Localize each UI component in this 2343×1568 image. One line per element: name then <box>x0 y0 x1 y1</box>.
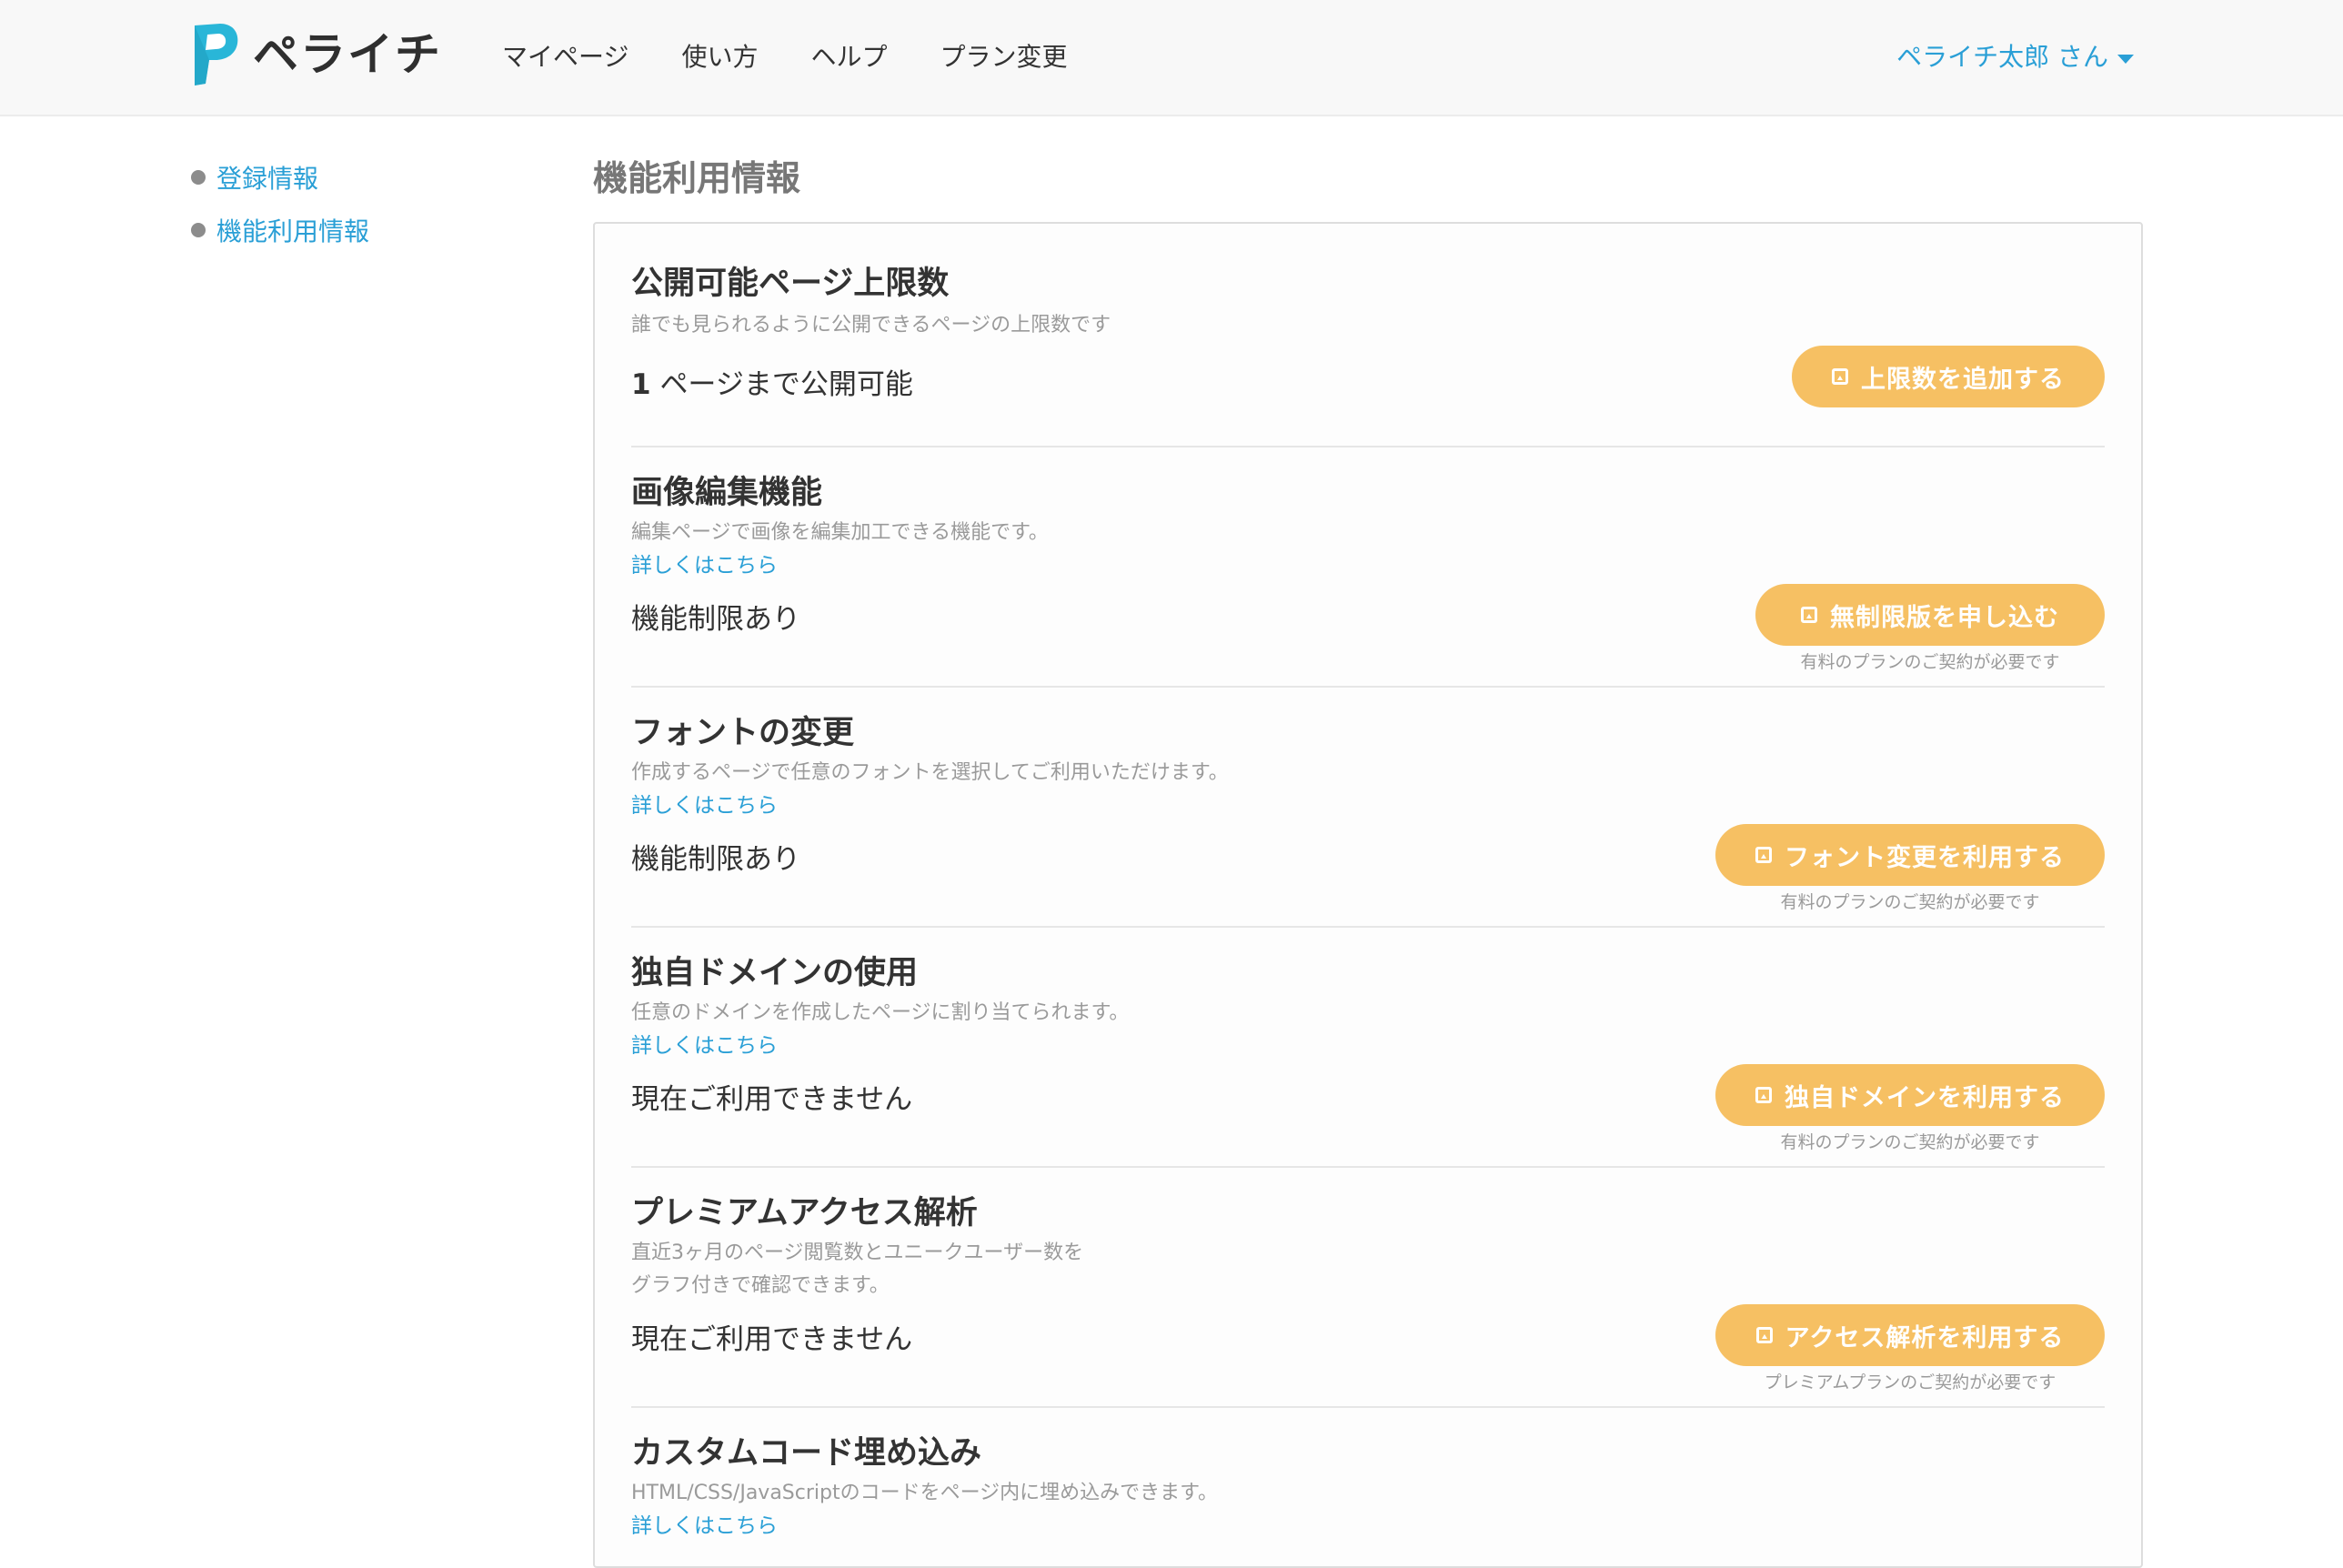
peraichi-logo[interactable]: ペライチ <box>189 20 442 89</box>
image-icon <box>1832 368 1848 385</box>
image-icon <box>1801 607 1817 623</box>
feature-description: 直近3ヶ月のページ閲覧数とユニークユーザー数を グラフ付きで確認できます。 <box>631 1241 1084 1297</box>
sidebar: 登録情報 機能利用情報 <box>191 151 555 256</box>
feature-title: カスタムコード埋め込み <box>631 1435 982 1472</box>
page-limit-text: ページまで公開可能 <box>659 368 913 401</box>
image-icon <box>1755 1087 1772 1103</box>
feature-row-font-change: フォントの変更 作成するページで任意のフォントを選択してご利用いただけます。 詳… <box>631 688 2105 928</box>
top-header: ペライチ マイページ 使い方 ヘルプ プラン変更 ペライチ太郎 さん <box>0 0 2343 116</box>
sidebar-item-feature-usage[interactable]: 機能利用情報 <box>191 204 555 256</box>
nav-help[interactable]: ヘルプ <box>810 36 887 78</box>
feature-description: 任意のドメインを作成したページに割り当てられます。 <box>631 1001 1130 1024</box>
details-link[interactable]: 詳しくはこちら <box>631 1510 778 1543</box>
feature-row-premium-analytics: プレミアムアクセス解析 直近3ヶ月のページ閲覧数とユニークユーザー数を グラフ付… <box>631 1168 2105 1408</box>
feature-description: HTML/CSS/JavaScriptのコードをページ内に埋め込みできます。 <box>631 1482 1218 1504</box>
feature-row-custom-code: カスタムコード埋め込み HTML/CSS/JavaScriptのコードをページ内… <box>631 1408 2105 1544</box>
feature-row-image-edit: 画像編集機能 編集ページで画像を編集加工できる機能です。 詳しくはこちら 機能制… <box>631 447 2105 688</box>
button-label: アクセス解析を利用する <box>1785 1323 2065 1352</box>
plan-note: 有料のプランのご契約が必要です <box>1780 1132 2040 1152</box>
feature-title: 公開可能ページ上限数 <box>631 266 950 302</box>
nav-howto[interactable]: 使い方 <box>681 36 758 78</box>
logo-text: ペライチ <box>253 28 442 81</box>
feature-status: 1 ページまで公開可能 <box>631 364 913 406</box>
button-label: 独自ドメインを利用する <box>1785 1083 2065 1112</box>
caret-down-icon <box>2117 55 2134 64</box>
sidebar-item-registration[interactable]: 登録情報 <box>191 151 555 204</box>
details-link[interactable]: 詳しくはこちら <box>631 1030 778 1062</box>
apply-unlimited-button[interactable]: 無制限版を申し込む <box>1755 584 2105 646</box>
button-label: 無制限版を申し込む <box>1830 603 2059 632</box>
user-name: ペライチ太郎 さん <box>1896 42 2108 72</box>
feature-description: 誰でも見られるように公開できるページの上限数です <box>631 314 1111 337</box>
feature-title: プレミアムアクセス解析 <box>631 1195 978 1231</box>
peraichi-logo-icon <box>195 24 238 85</box>
plan-note: プレミアムプランのご契約が必要です <box>1764 1372 2056 1392</box>
image-icon <box>1755 1327 1773 1343</box>
use-font-change-button[interactable]: フォント変更を利用する <box>1715 824 2105 886</box>
nav-mypage[interactable]: マイページ <box>502 36 628 78</box>
feature-title: 独自ドメインの使用 <box>631 955 919 991</box>
bullet-icon <box>191 170 206 185</box>
plan-note: 有料のプランのご契約が必要です <box>1800 652 2060 672</box>
use-analytics-button[interactable]: アクセス解析を利用する <box>1715 1304 2105 1366</box>
feature-status: 現在ご利用できません <box>631 1323 913 1356</box>
plan-note: 有料のプランのご契約が必要です <box>1780 892 2040 912</box>
button-label: フォント変更を利用する <box>1785 843 2065 872</box>
button-label: 上限数を追加する <box>1861 365 2065 394</box>
page-limit-count: 1 <box>631 368 651 401</box>
feature-row-page-limit: 公開可能ページ上限数 誰でも見られるように公開できるページの上限数です 1 ペー… <box>631 224 2105 447</box>
feature-status: 現在ご利用できません <box>631 1083 913 1116</box>
image-icon <box>1755 847 1772 863</box>
sidebar-item-label: 機能利用情報 <box>216 216 370 246</box>
details-link[interactable]: 詳しくはこちら <box>631 789 778 822</box>
user-menu[interactable]: ペライチ太郎 さん <box>1896 36 2134 78</box>
sidebar-item-label: 登録情報 <box>216 164 319 194</box>
details-link[interactable]: 詳しくはこちら <box>631 549 778 582</box>
feature-row-custom-domain: 独自ドメインの使用 任意のドメインを作成したページに割り当てられます。 詳しくは… <box>631 928 2105 1168</box>
feature-status: 機能制限あり <box>631 843 800 876</box>
main-nav: マイページ 使い方 ヘルプ プラン変更 <box>502 36 1121 78</box>
use-custom-domain-button[interactable]: 独自ドメインを利用する <box>1715 1064 2105 1126</box>
feature-panel: 公開可能ページ上限数 誰でも見られるように公開できるページの上限数です 1 ペー… <box>593 222 2143 1568</box>
bullet-icon <box>191 223 206 237</box>
feature-status: 機能制限あり <box>631 603 800 636</box>
nav-plan-change[interactable]: プラン変更 <box>940 36 1067 78</box>
feature-description: 編集ページで画像を編集加工できる機能です。 <box>631 521 1049 544</box>
page-title: 機能利用情報 <box>593 158 801 198</box>
feature-title: 画像編集機能 <box>631 475 823 511</box>
feature-title: フォントの変更 <box>631 715 855 751</box>
feature-description: 作成するページで任意のフォントを選択してご利用いただけます。 <box>631 761 1229 784</box>
add-page-limit-button[interactable]: 上限数を追加する <box>1792 346 2105 407</box>
